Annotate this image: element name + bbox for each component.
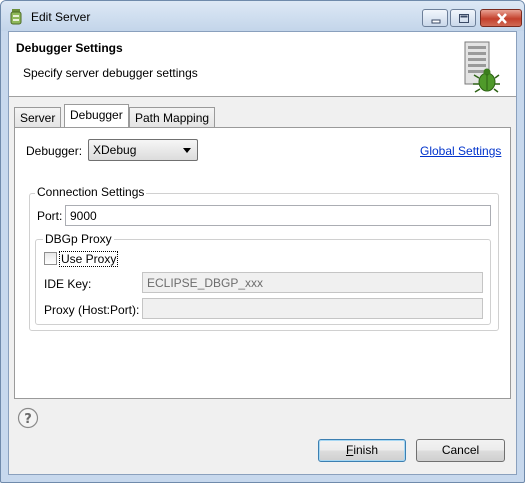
title-bar[interactable]: Edit Server bbox=[1, 1, 524, 31]
finish-label-rest: inish bbox=[353, 443, 379, 457]
minimize-button[interactable] bbox=[422, 9, 448, 27]
tab-server-label: Server bbox=[20, 111, 56, 125]
maximize-icon bbox=[459, 14, 469, 23]
port-field[interactable]: 9000 bbox=[65, 205, 491, 226]
svg-text:?: ? bbox=[24, 412, 32, 427]
debugger-select-value: XDebug bbox=[93, 143, 137, 157]
cancel-button[interactable]: Cancel bbox=[416, 439, 505, 462]
debugger-select[interactable]: XDebug bbox=[88, 139, 198, 161]
connection-settings-title: Connection Settings bbox=[35, 185, 147, 199]
dialog-header: Debugger Settings Specify server debugge… bbox=[9, 32, 516, 97]
eclipse-app-icon bbox=[10, 9, 22, 25]
dbgp-proxy-title: DBGp Proxy bbox=[43, 232, 114, 246]
port-label: Port: bbox=[37, 209, 63, 223]
edit-server-dialog: Edit Server Debugger Settings Specify se… bbox=[0, 0, 525, 483]
window-title: Edit Server bbox=[31, 10, 91, 24]
ide-key-field[interactable]: ECLIPSE_DBGP_xxx bbox=[142, 272, 483, 293]
tab-debugger[interactable]: Debugger bbox=[64, 104, 129, 127]
use-proxy-checkbox[interactable] bbox=[44, 252, 57, 265]
tab-server[interactable]: Server bbox=[14, 107, 62, 127]
chevron-down-icon bbox=[183, 148, 191, 153]
server-bug-icon bbox=[464, 41, 500, 93]
close-icon bbox=[497, 13, 507, 24]
proxy-host-port-field[interactable] bbox=[142, 298, 483, 319]
close-window-button[interactable] bbox=[480, 9, 522, 27]
global-settings-link[interactable]: Global Settings bbox=[420, 144, 501, 158]
tab-debugger-label: Debugger bbox=[70, 108, 123, 122]
finish-button[interactable]: Finish bbox=[318, 439, 406, 462]
tab-path-mapping-label: Path Mapping bbox=[135, 111, 210, 125]
ide-key-label: IDE Key: bbox=[44, 277, 92, 291]
minimize-icon bbox=[431, 19, 441, 24]
tab-path-mapping[interactable]: Path Mapping bbox=[129, 107, 216, 127]
page-title: Debugger Settings bbox=[16, 41, 123, 55]
use-proxy-label[interactable]: Use Proxy bbox=[59, 251, 119, 267]
page-subtitle: Specify server debugger settings bbox=[23, 66, 198, 80]
debugger-label: Debugger: bbox=[26, 144, 83, 158]
maximize-button[interactable] bbox=[450, 9, 476, 27]
proxy-host-port-label: Proxy (Host:Port): bbox=[44, 303, 140, 317]
help-icon[interactable]: ? bbox=[17, 407, 39, 429]
